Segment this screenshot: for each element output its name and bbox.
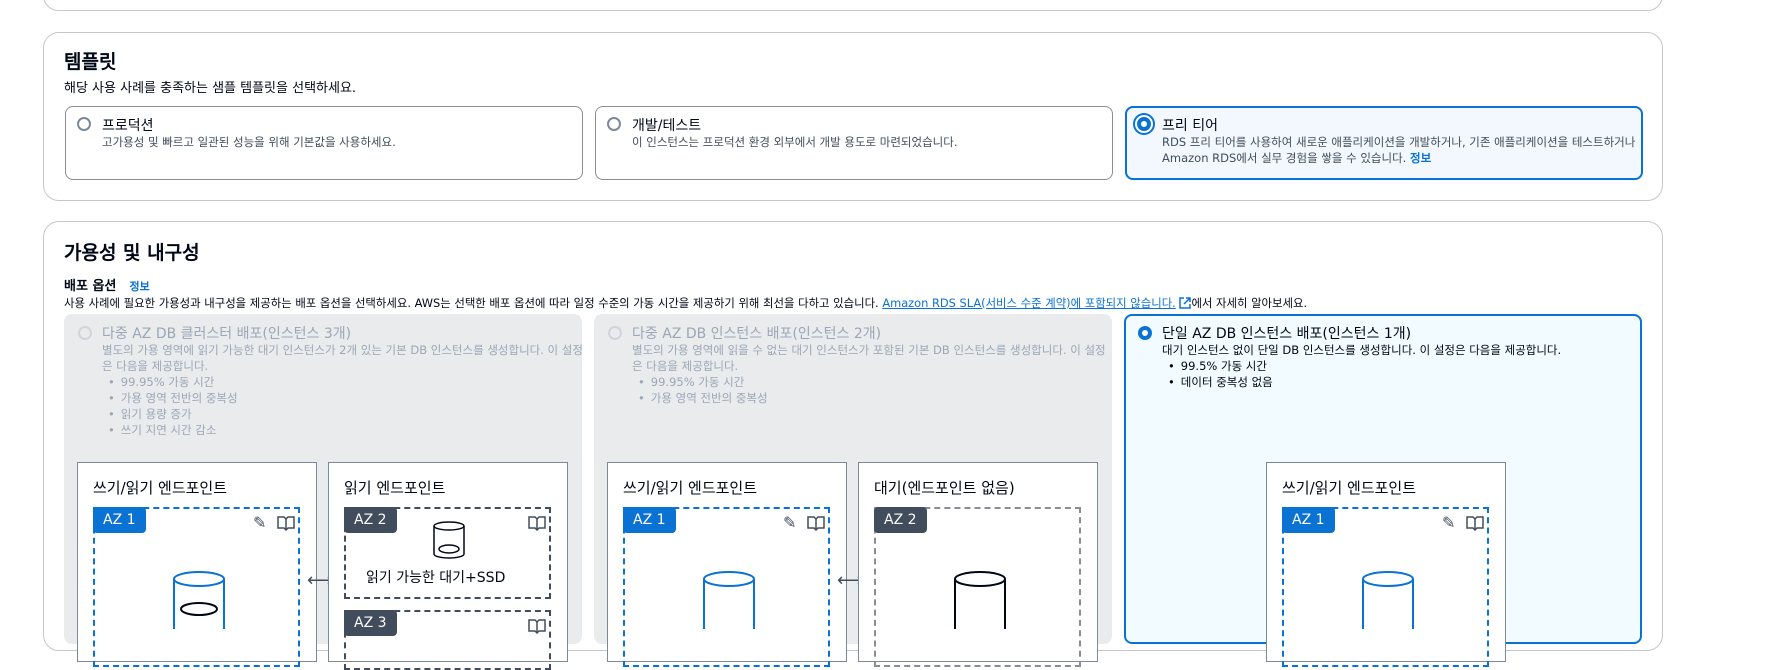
- free-tier-desc-line1: RDS 프리 티어를 사용하여 새로운 애플리케이션을 개발하거나, 기존 애플…: [1162, 135, 1636, 149]
- list-item: 가용 영역 전반의 중복성: [108, 390, 238, 406]
- read-endpoint-box: 읽기 엔드포인트 AZ 2 읽기 가능한 대기+SSD AZ 3: [328, 462, 568, 670]
- pencil-icon[interactable]: ✎: [783, 515, 796, 531]
- az-badge: AZ 2: [874, 507, 927, 533]
- deploy-desc-post: 에서 자세히 알아보세요.: [1191, 296, 1308, 310]
- production-title: 프로덕션: [102, 118, 154, 134]
- write-read-endpoint-title: 쓰기/읽기 엔드포인트: [1282, 479, 1417, 497]
- devtest-radio[interactable]: [607, 117, 621, 131]
- deploy-option-multi-az-instance: 다중 AZ DB 인스턴스 배포(인스턴스 2개) 별도의 가용 영역에 읽을 …: [594, 314, 1112, 667]
- az-badge: AZ 1: [1282, 507, 1335, 533]
- az-zone: AZ 3: [344, 610, 551, 670]
- template-title: 템플릿: [64, 51, 117, 73]
- deploy-desc-pre: 사용 사례에 필요한 가용성과 내구성을 제공하는 배포 옵션을 선택하세요. …: [64, 296, 879, 310]
- single-az-radio[interactable]: [1138, 326, 1152, 340]
- write-read-endpoint-title: 쓰기/읽기 엔드포인트: [93, 479, 228, 497]
- standby-title: 대기(엔드포인트 없음): [874, 479, 1015, 497]
- multi-az-cluster-desc-line1: 별도의 가용 영역에 읽기 가능한 대기 인스턴스가 2개 있는 기본 DB 인…: [102, 343, 583, 357]
- production-desc: 고가용성 및 빠르고 일관된 성능을 위해 기본값을 사용하세요.: [102, 135, 396, 149]
- read-endpoint-title: 읽기 엔드포인트: [344, 479, 446, 497]
- single-az-desc: 대기 인스턴스 없이 단일 DB 인스턴스를 생성합니다. 이 설정은 다음을 …: [1162, 343, 1562, 357]
- deploy-option-single-az[interactable]: 단일 AZ DB 인스턴스 배포(인스턴스 1개) 대기 인스턴스 없이 단일 …: [1124, 314, 1642, 667]
- multi-az-instance-desc: 별도의 가용 영역에 읽을 수 없는 대기 인스턴스가 포함된 기본 DB 인스…: [632, 342, 1106, 374]
- multi-az-cluster-radio: [78, 326, 92, 340]
- external-link-icon: [1179, 297, 1192, 309]
- template-description: 해당 사용 사례를 충족하는 샘플 템플릿을 선택하세요.: [64, 81, 357, 96]
- single-az-title: 단일 AZ DB 인스턴스 배포(인스턴스 1개): [1162, 326, 1412, 342]
- database-cylinder-icon: [954, 571, 1006, 629]
- az-badge: AZ 2: [344, 507, 397, 533]
- write-read-endpoint-box: 쓰기/읽기 엔드포인트 AZ 1 ✎: [77, 462, 317, 667]
- readable-standby-label: 읽기 가능한 대기+SSD: [366, 570, 506, 586]
- az-zone: AZ 1 ✎: [623, 507, 830, 667]
- list-item: 가용 영역 전반의 중복성: [638, 390, 768, 406]
- free-tier-desc: RDS 프리 티어를 사용하여 새로운 애플리케이션을 개발하거나, 기존 애플…: [1162, 134, 1635, 166]
- previous-panel: [43, 0, 1663, 11]
- multi-az-instance-radio: [608, 326, 622, 340]
- list-item: 데이터 중복성 없음: [1168, 374, 1273, 390]
- az-zone: AZ 1 ✎: [93, 507, 300, 667]
- sla-link[interactable]: Amazon RDS SLA(서비스 수준 계약)에 포함되지 않습니다.: [882, 296, 1176, 310]
- deploy-option-multi-az-cluster: 다중 AZ DB 클러스터 배포(인스턴스 3개) 별도의 가용 영역에 읽기 …: [64, 314, 583, 670]
- list-item: 99.95% 가동 시간: [108, 374, 214, 390]
- write-read-endpoint-title: 쓰기/읽기 엔드포인트: [623, 479, 758, 497]
- multi-az-instance-title: 다중 AZ DB 인스턴스 배포(인스턴스 2개): [632, 326, 882, 342]
- database-cylinder-icon: [173, 571, 225, 629]
- pencil-icon[interactable]: ✎: [1442, 515, 1455, 531]
- devtest-desc: 이 인스턴스는 프로덕션 환경 외부에서 개발 용도로 마련되었습니다.: [632, 135, 958, 149]
- free-tier-title: 프리 티어: [1162, 118, 1218, 134]
- database-cylinder-icon: [1362, 571, 1414, 629]
- list-item: 읽기 용량 증가: [108, 406, 192, 422]
- standby-box: 대기(엔드포인트 없음) AZ 2: [858, 462, 1098, 667]
- az-zone: AZ 2 읽기 가능한 대기+SSD: [344, 507, 551, 599]
- pencil-icon[interactable]: ✎: [253, 515, 266, 531]
- deploy-options-label-row: 배포 옵션 정보: [64, 275, 150, 294]
- az-zone: AZ 2: [874, 507, 1081, 667]
- availability-title: 가용성 및 내구성: [64, 242, 200, 264]
- devtest-title: 개발/테스트: [632, 118, 702, 134]
- database-cylinder-icon: [433, 521, 465, 559]
- free-tier-radio[interactable]: [1137, 117, 1151, 131]
- production-radio[interactable]: [77, 117, 91, 131]
- database-cylinder-icon: [703, 571, 755, 629]
- book-icon[interactable]: [807, 515, 825, 534]
- list-item: 99.5% 가동 시간: [1168, 358, 1267, 374]
- book-icon[interactable]: [528, 618, 546, 637]
- book-icon[interactable]: [1466, 515, 1484, 534]
- multi-az-cluster-desc: 별도의 가용 영역에 읽기 가능한 대기 인스턴스가 2개 있는 기본 DB 인…: [102, 342, 583, 374]
- book-icon[interactable]: [528, 515, 546, 534]
- multi-az-instance-desc-line1: 별도의 가용 영역에 읽을 수 없는 대기 인스턴스가 포함된 기본 DB 인스…: [632, 343, 1106, 357]
- deploy-options-description: 사용 사례에 필요한 가용성과 내구성을 제공하는 배포 옵션을 선택하세요. …: [64, 295, 1307, 311]
- list-item: 99.95% 가동 시간: [638, 374, 744, 390]
- book-icon[interactable]: [277, 515, 295, 534]
- az-badge: AZ 3: [344, 610, 397, 636]
- free-tier-desc-line2-text: Amazon RDS에서 실무 경험을 쌓을 수 있습니다.: [1162, 151, 1407, 165]
- template-option-production[interactable]: 프로덕션 고가용성 및 빠르고 일관된 성능을 위해 기본값을 사용하세요.: [65, 106, 583, 180]
- list-item: 쓰기 지연 시간 감소: [108, 422, 217, 438]
- write-read-endpoint-box: 쓰기/읽기 엔드포인트 AZ 1 ✎: [607, 462, 847, 667]
- az-zone: AZ 1 ✎: [1282, 507, 1489, 667]
- multi-az-instance-desc-line2: 은 다음을 제공합니다.: [632, 359, 739, 373]
- template-panel: 템플릿 해당 사용 사례를 충족하는 샘플 템플릿을 선택하세요. 프로덕션 고…: [43, 32, 1663, 201]
- multi-az-cluster-desc-line2: 은 다음을 제공합니다.: [102, 359, 209, 373]
- multi-az-cluster-title: 다중 AZ DB 클러스터 배포(인스턴스 3개): [102, 326, 352, 342]
- deploy-options-label: 배포 옵션: [64, 279, 117, 294]
- az-badge: AZ 1: [93, 507, 146, 533]
- write-read-endpoint-box: 쓰기/읽기 엔드포인트 AZ 1 ✎: [1266, 462, 1506, 667]
- template-option-free-tier[interactable]: 프리 티어 RDS 프리 티어를 사용하여 새로운 애플리케이션을 개발하거나,…: [1125, 106, 1643, 180]
- free-tier-info-link[interactable]: 정보: [1410, 151, 1431, 165]
- free-tier-desc-line2: Amazon RDS에서 실무 경험을 쌓을 수 있습니다. 정보: [1162, 150, 1635, 166]
- deploy-options-info-link[interactable]: 정보: [129, 280, 149, 293]
- template-option-devtest[interactable]: 개발/테스트 이 인스턴스는 프로덕션 환경 외부에서 개발 용도로 마련되었습…: [595, 106, 1113, 180]
- az-badge: AZ 1: [623, 507, 676, 533]
